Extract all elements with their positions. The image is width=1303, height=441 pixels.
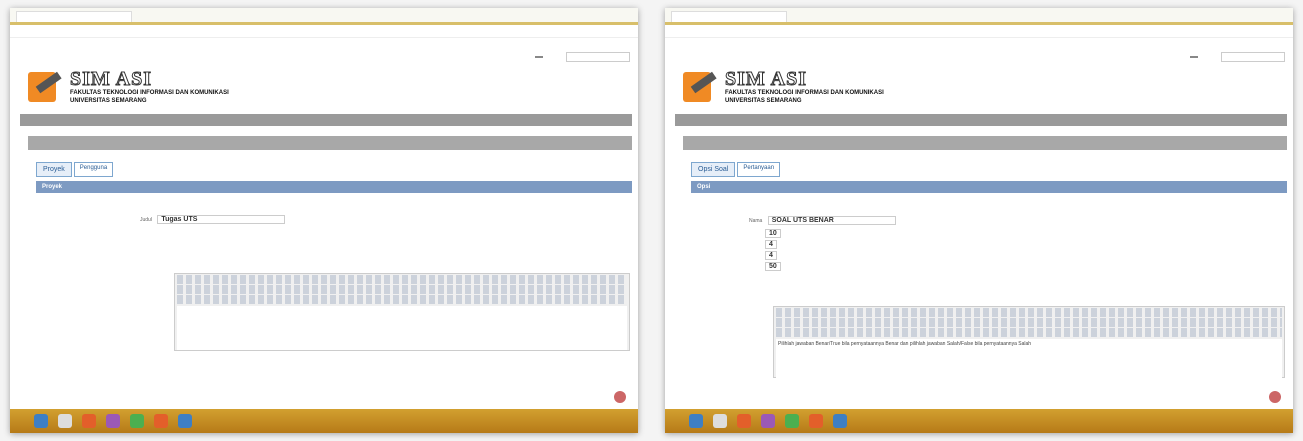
university-name: UNIVERSITAS SEMARANG [725,98,802,104]
site-header: SIM ASI FAKULTAS TEKNOLOGI INFORMASI DAN… [28,66,229,108]
app-icon[interactable] [761,414,775,428]
office-icon[interactable] [809,414,823,428]
start-icon[interactable] [34,414,48,428]
page-titlebar [683,136,1287,150]
row-4: 50 [695,262,781,271]
editor-toolbar-3[interactable] [776,328,1282,337]
tab-pengguna[interactable]: Pengguna [73,162,114,177]
tab-pertanyaan[interactable]: Pertanyaan [737,162,781,177]
top-button[interactable] [1190,56,1198,58]
search-input[interactable] [1221,52,1285,62]
address-bar[interactable] [665,25,1293,38]
value-input-3[interactable]: 4 [765,251,777,260]
faculty-name: FAKULTAS TEKNOLOGI INFORMASI DAN KOMUNIK… [725,90,884,96]
brand: SIM ASI FAKULTAS TEKNOLOGI INFORMASI DAN… [70,69,229,105]
avatar [1269,391,1281,403]
name-input[interactable]: SOAL UTS BENAR [767,216,896,225]
browser-icon[interactable] [82,414,96,428]
taskbar [665,409,1293,433]
browser-tab[interactable] [16,11,132,22]
top-button[interactable] [535,56,543,58]
site-header: SIM ASI FAKULTAS TEKNOLOGI INFORMASI DAN… [683,66,884,108]
editor-body[interactable]: Pilihlah jawaban Benar/True bila pernyat… [776,339,1282,383]
browser-tabbar [10,8,638,25]
logo-icon [28,66,64,108]
editor-toolbar-2[interactable] [177,285,627,294]
left-screenshot: SIM ASI FAKULTAS TEKNOLOGI INFORMASI DAN… [10,8,638,433]
editor-body[interactable] [177,306,627,350]
name-row: Nama SOAL UTS BENAR [749,216,896,225]
editor-toolbar-2[interactable] [776,318,1282,327]
logo-icon [683,66,719,108]
start-icon[interactable] [689,414,703,428]
section-header: Proyek [36,181,632,193]
site-title: SIM ASI [725,68,808,90]
word-icon[interactable] [833,414,847,428]
value-input-1[interactable]: 10 [765,229,781,238]
value-input-4[interactable]: 50 [765,262,781,271]
page-titlebar [28,136,632,150]
text-editor[interactable] [174,273,630,351]
right-screenshot: SIM ASI FAKULTAS TEKNOLOGI INFORMASI DAN… [665,8,1293,433]
form-tabs: Proyek Pengguna [36,162,114,177]
tab-opsi-soal[interactable]: Opsi Soal [691,162,736,177]
brand: SIM ASI FAKULTAS TEKNOLOGI INFORMASI DAN… [725,69,884,105]
site-title: SIM ASI [70,68,153,90]
top-user-bar [1190,52,1285,62]
row-3: 4 [695,251,777,260]
university-name: UNIVERSITAS SEMARANG [70,98,147,104]
explorer-icon[interactable] [58,414,72,428]
tab-proyek[interactable]: Proyek [36,162,72,177]
browser-icon[interactable] [737,414,751,428]
chat-widget[interactable] [614,391,626,403]
name-input[interactable]: Tugas UTS [157,215,286,224]
chrome-icon[interactable] [130,414,144,428]
name-label: Nama [749,217,763,224]
name-label: Judul [140,216,152,223]
search-input[interactable] [566,52,630,62]
browser-tab[interactable] [671,11,787,22]
faculty-name: FAKULTAS TEKNOLOGI INFORMASI DAN KOMUNIK… [70,90,229,96]
office-icon[interactable] [154,414,168,428]
row-1: 10 [695,229,781,238]
top-user-bar [535,52,630,62]
app-icon[interactable] [106,414,120,428]
avatar [614,391,626,403]
section-header: Opsi [691,181,1287,193]
chat-widget[interactable] [1269,391,1281,403]
form-tabs: Opsi Soal Pertanyaan [691,162,781,177]
explorer-icon[interactable] [713,414,727,428]
value-input-2[interactable]: 4 [765,240,777,249]
address-bar[interactable] [10,25,638,38]
taskbar [10,409,638,433]
browser-tabbar [665,8,1293,25]
row-2: 4 [695,240,777,249]
breadcrumb[interactable] [675,114,1287,126]
editor-toolbar-3[interactable] [177,295,627,304]
editor-toolbar-1[interactable] [177,275,627,284]
name-row: Judul Tugas UTS [140,215,286,224]
breadcrumb[interactable] [20,114,632,126]
text-editor[interactable]: Pilihlah jawaban Benar/True bila pernyat… [773,306,1285,383]
chrome-icon[interactable] [785,414,799,428]
word-icon[interactable] [178,414,192,428]
editor-toolbar-1[interactable] [776,308,1282,317]
